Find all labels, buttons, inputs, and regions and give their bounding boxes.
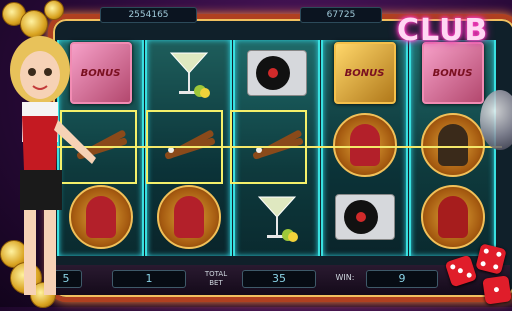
disco-ball-icon bbox=[480, 90, 512, 150]
reel-symbol: BONUS bbox=[416, 40, 489, 106]
bet-meter: 67725 bbox=[300, 7, 382, 23]
reel-5: BONUS bbox=[409, 40, 496, 256]
bonus-ticket-icon: BONUS bbox=[421, 42, 484, 104]
bonus-label: BONUS bbox=[344, 67, 385, 79]
bottom-control-panel: 5 1 TOTAL BET 35 WIN: 9 bbox=[48, 265, 510, 295]
reel-symbol: BONUS bbox=[328, 40, 401, 106]
club-logo: CLUB bbox=[397, 13, 489, 48]
martini-glass-icon bbox=[250, 190, 304, 244]
reel-symbol bbox=[240, 40, 313, 106]
dancer-woman-icon bbox=[332, 113, 397, 177]
reel-symbol bbox=[152, 40, 225, 106]
dj-man-icon bbox=[420, 185, 485, 249]
reel-4: BONUS bbox=[321, 40, 408, 256]
win-highlight-box bbox=[146, 110, 223, 184]
dancer-man-icon bbox=[420, 113, 485, 177]
reel-symbol bbox=[416, 184, 489, 250]
hostess-character bbox=[0, 20, 100, 307]
reel-symbol bbox=[328, 112, 401, 178]
dancer-woman-icon bbox=[156, 185, 221, 249]
turntable-icon bbox=[334, 194, 395, 240]
total-bet-readout: 35 bbox=[242, 270, 316, 288]
reel-symbol bbox=[416, 112, 489, 178]
bet-per-line-readout[interactable]: 1 bbox=[112, 270, 186, 288]
win-highlight-box bbox=[230, 110, 307, 184]
reel-symbol bbox=[152, 184, 225, 250]
top-meter-strip: 2554165 67725 bbox=[100, 7, 430, 25]
total-bet-label-line1: TOTAL bbox=[204, 270, 228, 278]
reel-symbol bbox=[240, 184, 313, 250]
credits-meter: 2554165 bbox=[100, 7, 197, 23]
win-label: WIN: bbox=[335, 273, 355, 282]
dice-icon bbox=[482, 275, 512, 305]
martini-glass-icon bbox=[162, 46, 216, 100]
turntable-icon bbox=[246, 50, 307, 96]
bonus-label: BONUS bbox=[432, 67, 473, 79]
win-readout: 9 bbox=[366, 270, 438, 288]
reel-symbol bbox=[328, 184, 401, 250]
total-bet-label-line2: BET bbox=[209, 279, 223, 287]
bonus-ticket-icon: BONUS bbox=[333, 42, 396, 104]
